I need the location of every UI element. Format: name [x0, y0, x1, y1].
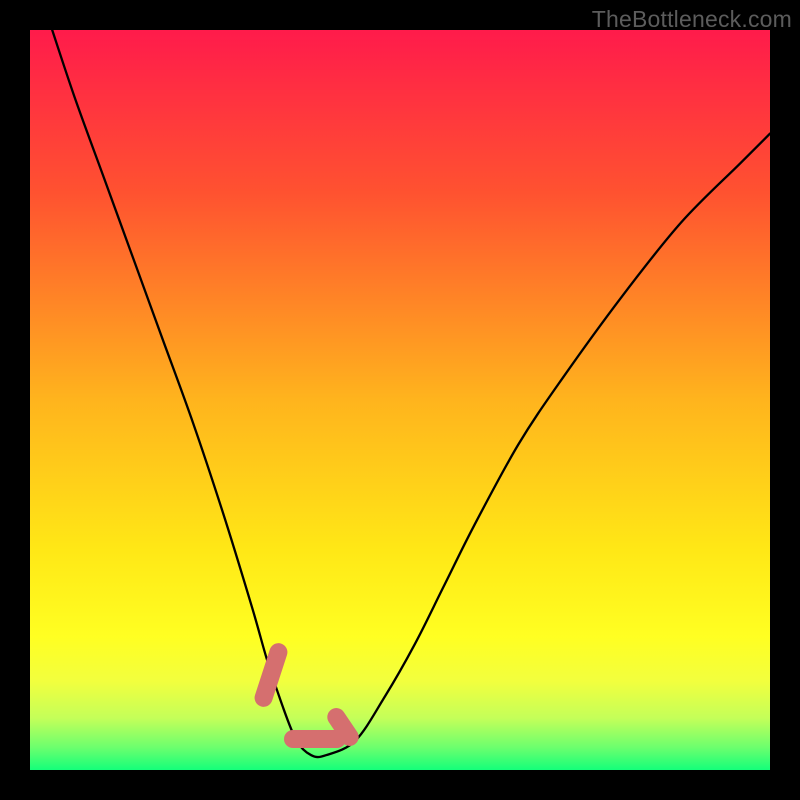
chart-frame: TheBottleneck.com	[0, 0, 800, 800]
watermark-text: TheBottleneck.com	[592, 6, 792, 33]
plot-area	[30, 30, 770, 770]
background-gradient	[30, 30, 770, 770]
